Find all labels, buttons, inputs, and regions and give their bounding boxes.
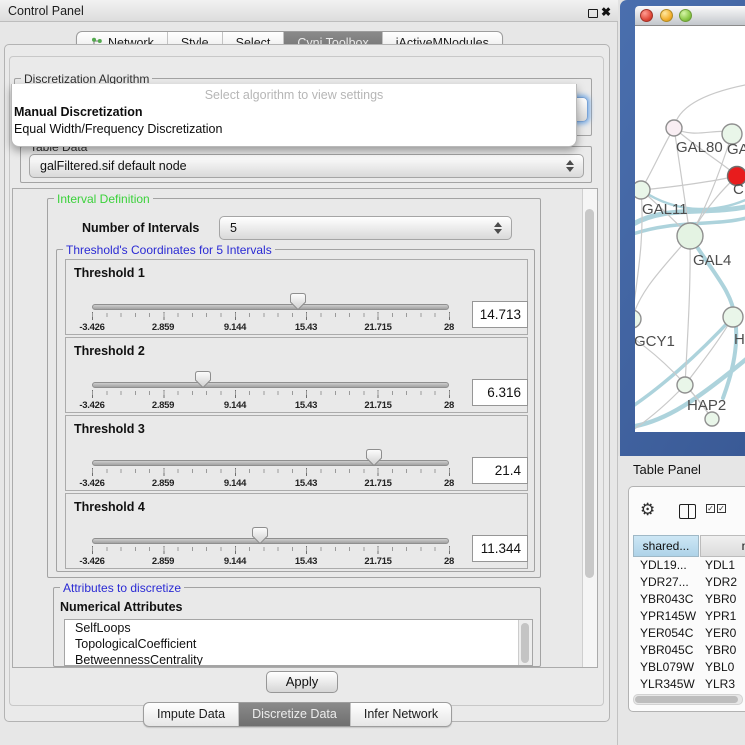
combo-arrows-icon <box>566 160 574 172</box>
minimize-traffic-light[interactable] <box>660 9 673 22</box>
column-header-shared-name[interactable]: shared... <box>633 535 699 557</box>
node-label: GAL4 <box>693 252 731 269</box>
node-gal80[interactable] <box>666 120 682 136</box>
table-row-cell[interactable]: YDR27... <box>640 575 700 592</box>
threshold-4-panel: Threshold 4 -3.426 2.859 9.144 15.43 21.… <box>65 493 528 569</box>
table-row-cell[interactable]: YBL079W <box>640 660 700 677</box>
threshold-1-slider[interactable] <box>92 304 449 310</box>
table-hscrollbar-thumb[interactable] <box>635 696 738 703</box>
table-row-cell[interactable]: YBL0 <box>705 660 745 677</box>
checkbox-icon[interactable]: ✓ <box>717 504 726 513</box>
table-row-cell[interactable]: YBR043C <box>640 592 700 609</box>
network-window-titlebar[interactable] <box>635 6 745 26</box>
node-gal4[interactable] <box>677 223 703 249</box>
node-label: GCY1 <box>635 333 675 350</box>
attributes-group: Attributes to discretize Numerical Attri… <box>53 587 541 667</box>
dropdown-placeholder: Select algorithm to view settings <box>12 88 576 102</box>
tab-impute-data[interactable]: Impute Data <box>144 703 238 726</box>
threshold-2-handle[interactable] <box>195 371 211 389</box>
dropdown-option-equal-width[interactable]: Equal Width/Frequency Discretization <box>12 122 576 136</box>
thresholds-group: Threshold's Coordinates for 5 Intervals … <box>56 249 535 572</box>
table-data-value: galFiltered.sif default node <box>30 155 583 177</box>
node-label: GAL80 <box>676 139 723 156</box>
threshold-3-slider[interactable] <box>92 460 449 466</box>
thresholds-group-label: Threshold's Coordinates for 5 Intervals <box>63 243 275 257</box>
node-label: GA <box>727 141 745 158</box>
control-panel: Control Panel ✖ Network Style Select Cyn… <box>0 0 618 745</box>
numerical-attributes-list[interactable]: SelfLoops TopologicalCoefficient Between… <box>64 619 533 666</box>
main-scrollbar-thumb[interactable] <box>585 209 594 578</box>
node-gal11[interactable] <box>635 181 650 199</box>
node-label: HAP2 <box>687 397 726 414</box>
node-bottom[interactable] <box>705 412 719 426</box>
column-layout-icon[interactable] <box>679 504 696 519</box>
tab-discretize-data[interactable]: Discretize Data <box>238 703 350 726</box>
table-row-cell[interactable]: YER0 <box>705 626 745 643</box>
table-row-cell[interactable]: YPR1 <box>705 609 745 626</box>
control-panel-titlebar: Control Panel ✖ <box>0 0 618 22</box>
threshold-3-value[interactable]: 21.4 <box>472 457 528 484</box>
list-item[interactable]: SelfLoops <box>65 620 532 636</box>
tab-infer-network[interactable]: Infer Network <box>350 703 451 726</box>
list-item[interactable]: BetweennessCentrality <box>65 652 532 666</box>
table-data-group: Table Data galFiltered.sif default node <box>20 146 592 183</box>
table-row-cell[interactable]: YLR345W <box>640 677 700 694</box>
table-row-cell[interactable]: YDL19... <box>640 558 700 575</box>
threshold-3-handle[interactable] <box>366 449 382 467</box>
panel-title: Control Panel <box>8 4 84 18</box>
combo-arrows-icon <box>494 222 502 234</box>
algorithm-dropdown-popup: Select algorithm to view settings Manual… <box>11 84 577 147</box>
close-icon[interactable]: ✖ <box>601 5 611 19</box>
node-hap2[interactable] <box>677 377 693 393</box>
checkbox-icon[interactable]: ✓ <box>706 504 715 513</box>
node-label: C <box>733 181 744 198</box>
table-row-cell[interactable]: YLR3 <box>705 677 745 694</box>
list-scrollbar[interactable] <box>518 620 532 665</box>
table-row-cell[interactable]: YDR2 <box>705 575 745 592</box>
node-label: GAL11 <box>642 201 688 218</box>
table-row-cell[interactable]: YBR0 <box>705 643 745 660</box>
interval-definition-label: Interval Definition <box>54 192 153 206</box>
num-intervals-combobox[interactable]: 5 <box>219 216 512 240</box>
table-row-cell[interactable]: YPR145W <box>640 609 700 626</box>
main-scrollbar[interactable] <box>582 189 597 667</box>
threshold-2-panel: Threshold 2 -3.426 2.859 9.144 15.43 21.… <box>65 337 528 413</box>
table-data-combobox[interactable]: galFiltered.sif default node <box>29 154 584 178</box>
gear-icon[interactable]: ⚙ <box>640 500 655 520</box>
settings-scrollarea: Interval Definition Number of Intervals … <box>12 188 598 668</box>
network-canvas[interactable]: GAL80 GA C GAL11 GAL4 GCY1 H HAP2 <box>635 26 745 432</box>
table-row-cell[interactable]: YBR0 <box>705 592 745 609</box>
table-row-cell[interactable]: YER054C <box>640 626 700 643</box>
close-traffic-light[interactable] <box>640 9 653 22</box>
threshold-4-value[interactable]: 11.344 <box>472 535 528 562</box>
attributes-group-label: Attributes to discretize <box>60 581 184 595</box>
numerical-attributes-label: Numerical Attributes <box>60 600 182 614</box>
threshold-2-slider[interactable] <box>92 382 449 388</box>
threshold-2-value[interactable]: 6.316 <box>472 379 528 406</box>
table-panel-title: Table Panel <box>633 462 701 477</box>
interval-definition-group: Interval Definition Number of Intervals … <box>47 198 541 578</box>
list-item[interactable]: TopologicalCoefficient <box>65 636 532 652</box>
apply-button[interactable]: Apply <box>266 671 338 693</box>
threshold-1-value[interactable]: 14.713 <box>472 301 528 328</box>
table-row-cell[interactable]: YDL1 <box>705 558 745 575</box>
float-window-icon[interactable] <box>588 9 598 18</box>
threshold-4-slider[interactable] <box>92 538 449 544</box>
threshold-3-panel: Threshold 3 -3.426 2.859 9.144 15.43 21.… <box>65 415 528 491</box>
table-row-cell[interactable]: YBR045C <box>640 643 700 660</box>
node-gcy1[interactable] <box>635 310 641 328</box>
node-h[interactable] <box>723 307 743 327</box>
threshold-4-handle[interactable] <box>252 527 268 545</box>
table-hscrollbar[interactable] <box>633 694 743 705</box>
num-intervals-label: Number of Intervals <box>82 221 199 235</box>
zoom-traffic-light[interactable] <box>679 9 692 22</box>
node-label: H <box>734 331 745 348</box>
dropdown-option-manual[interactable]: Manual Discretization <box>12 105 576 119</box>
column-header-name[interactable]: n <box>700 535 745 557</box>
threshold-1-panel: Threshold 1 -3.426 2.859 9.144 15.43 21.… <box>65 259 528 335</box>
num-intervals-value: 5 <box>220 217 511 239</box>
threshold-1-handle[interactable] <box>290 293 306 311</box>
bottom-tabstrip: Impute Data Discretize Data Infer Networ… <box>143 702 452 727</box>
